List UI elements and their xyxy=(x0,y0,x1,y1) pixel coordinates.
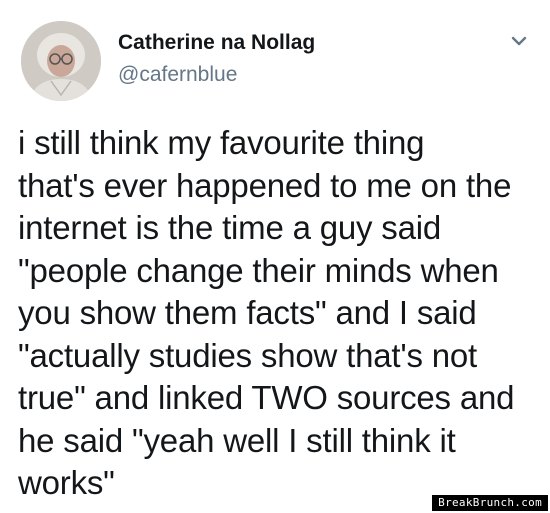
tweet-text-line: you show them facts" and I said xyxy=(18,294,477,331)
tweet-text-line: he said "yeah well I still think it xyxy=(18,421,456,459)
tweet-text-line: internet is the time a guy said xyxy=(18,209,442,246)
tweet-text-line: that's ever happened to me on the xyxy=(18,166,512,204)
tweet-text-line: i still think my favourite thing xyxy=(18,124,425,161)
tweet-text: i still think my favourite thing that's … xyxy=(18,122,543,505)
watermark: BreakBrunch.com xyxy=(432,495,548,511)
author-handle[interactable]: @cafernblue xyxy=(118,63,237,87)
tweet-text-line: "people change their minds when xyxy=(18,251,499,289)
author-display-name[interactable]: Catherine na Nollag xyxy=(118,31,315,55)
tweet-card: Catherine na Nollag @cafernblue i still … xyxy=(0,0,550,513)
tweet-text-line: true" and linked TWO sources and xyxy=(18,379,515,416)
avatar[interactable] xyxy=(21,21,101,101)
tweet-text-line: "actually studies show that's not xyxy=(18,336,477,374)
chevron-down-icon[interactable] xyxy=(508,32,530,50)
avatar-image xyxy=(21,21,101,101)
